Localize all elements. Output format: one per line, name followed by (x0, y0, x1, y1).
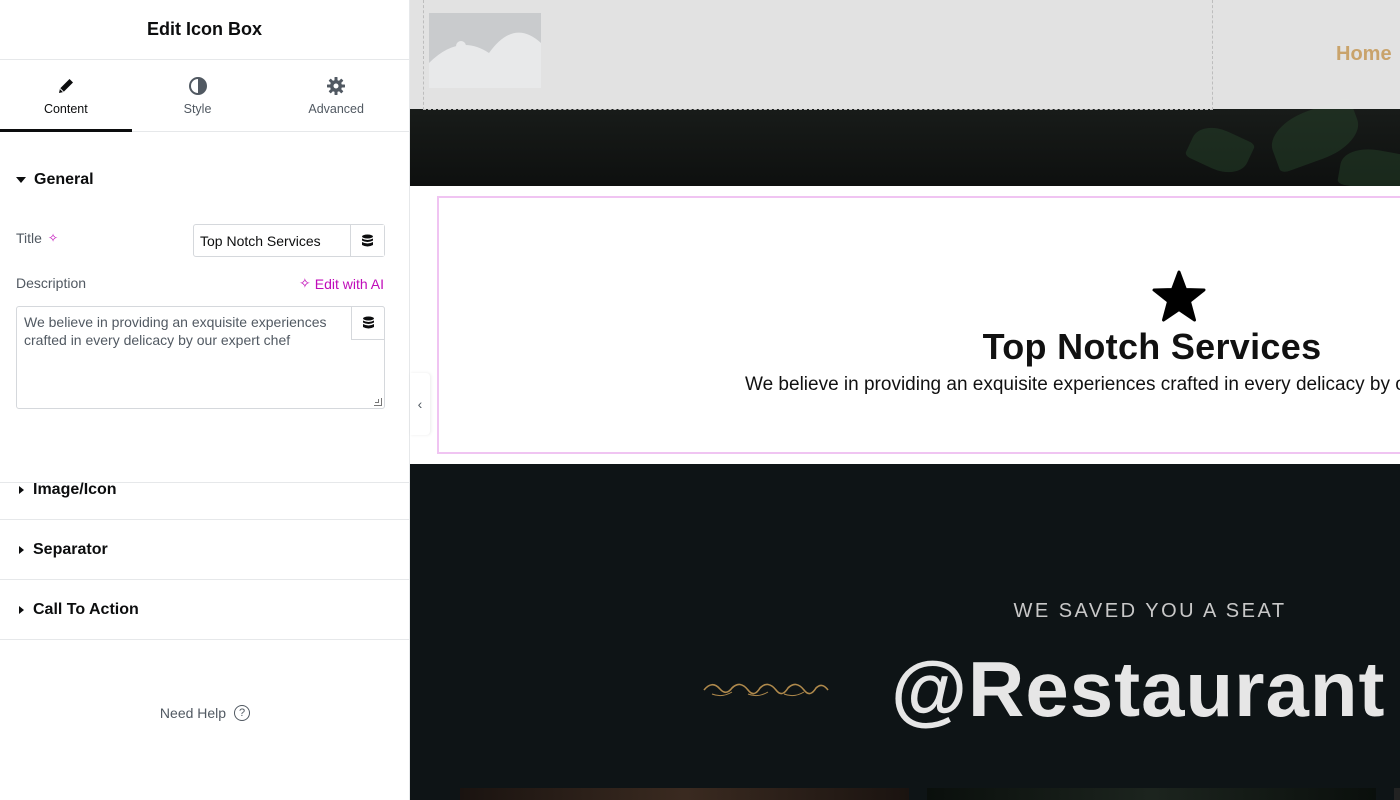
description-text: We believe in providing an exquisite exp… (24, 314, 327, 348)
section-general-toggle[interactable]: General (16, 155, 393, 205)
tab-content-label: Content (43, 101, 88, 116)
section-separator-label: Separator (33, 540, 108, 558)
edit-with-ai-button[interactable]: ✧ Edit with AI (299, 275, 384, 292)
title-label-text: Title (16, 230, 42, 246)
tab-style-label: Style (183, 101, 212, 116)
help-icon: ? (234, 705, 251, 721)
pencil-icon (58, 78, 73, 93)
caret-down-icon (16, 177, 26, 183)
resize-handle-icon[interactable] (374, 398, 382, 406)
collapse-panel-button[interactable]: ‹ (410, 373, 430, 435)
iconbox-section: Top Notch Services We believe in providi… (410, 186, 1400, 464)
tab-advanced[interactable]: Advanced (263, 60, 409, 131)
need-help-label: Need Help (159, 705, 227, 721)
description-label: Description (16, 275, 87, 291)
title-label: Title ✧ (16, 230, 58, 246)
tab-content[interactable]: Content (0, 60, 132, 132)
description-dynamic-tags-button[interactable] (351, 306, 385, 340)
need-help-link[interactable]: Need Help ? (0, 705, 410, 721)
section-image-icon-label: Image/Icon (33, 480, 117, 498)
database-icon (362, 234, 373, 246)
edit-with-ai-label: Edit with AI (314, 275, 384, 292)
title-input-wrap (193, 224, 385, 257)
dark-section: WE SAVED YOU A SEAT @Restaurant (410, 464, 1400, 800)
editor-panel: Edit Icon Box Content Style Advanced Gen… (0, 0, 410, 800)
iconbox-title: Top Notch Services (982, 326, 1322, 367)
half-circle-icon (188, 76, 207, 95)
section-image-icon[interactable]: Image/Icon (0, 460, 410, 520)
section-separator[interactable]: Separator (0, 520, 410, 580)
iconbox-widget[interactable]: Top Notch Services We believe in providi… (437, 196, 1400, 454)
section-call-to-action[interactable]: Call To Action (0, 580, 410, 640)
gallery-thumbnail[interactable] (927, 788, 1376, 800)
iconbox-description: We believe in providing an exquisite exp… (745, 374, 1400, 395)
restaurant-handle-heading: @Restaurant (891, 645, 1386, 733)
preview-canvas: Home Top Notch Services We believe in pr… (410, 0, 1400, 800)
caret-right-icon (19, 605, 24, 614)
dynamic-tags-button[interactable] (350, 225, 384, 256)
header-container-outline (423, 0, 1213, 110)
seat-subheading: WE SAVED YOU A SEAT (1013, 600, 1287, 622)
section-general-label: General (34, 171, 94, 188)
description-textarea[interactable]: We believe in providing an exquisite exp… (16, 306, 385, 409)
caret-right-icon (19, 485, 24, 494)
logo-placeholder-image[interactable] (429, 13, 541, 88)
tab-style[interactable]: Style (132, 60, 264, 131)
panel-header: Edit Icon Box (0, 0, 409, 60)
ai-sparkle-icon: ✧ (299, 275, 311, 291)
gallery-thumbnail[interactable] (460, 788, 909, 800)
swirl-ornament-icon (703, 683, 829, 697)
ai-sparkle-icon[interactable]: ✧ (48, 231, 58, 245)
section-call-to-action-label: Call To Action (33, 600, 139, 618)
gear-icon (327, 76, 346, 95)
panel-tabs: Content Style Advanced (0, 60, 409, 132)
gallery-thumbnail[interactable] (1394, 788, 1400, 800)
database-icon (362, 316, 374, 329)
panel-title: Edit Icon Box (146, 19, 262, 39)
nav-home-link[interactable]: Home (1336, 43, 1392, 66)
caret-right-icon (19, 545, 24, 554)
leaf-decoration (1337, 144, 1400, 186)
star-icon (1152, 270, 1206, 322)
leaf-decoration (1184, 119, 1256, 181)
title-input[interactable] (194, 225, 350, 256)
image-placeholder-icon (429, 13, 541, 88)
tab-advanced-label: Advanced (308, 101, 364, 116)
